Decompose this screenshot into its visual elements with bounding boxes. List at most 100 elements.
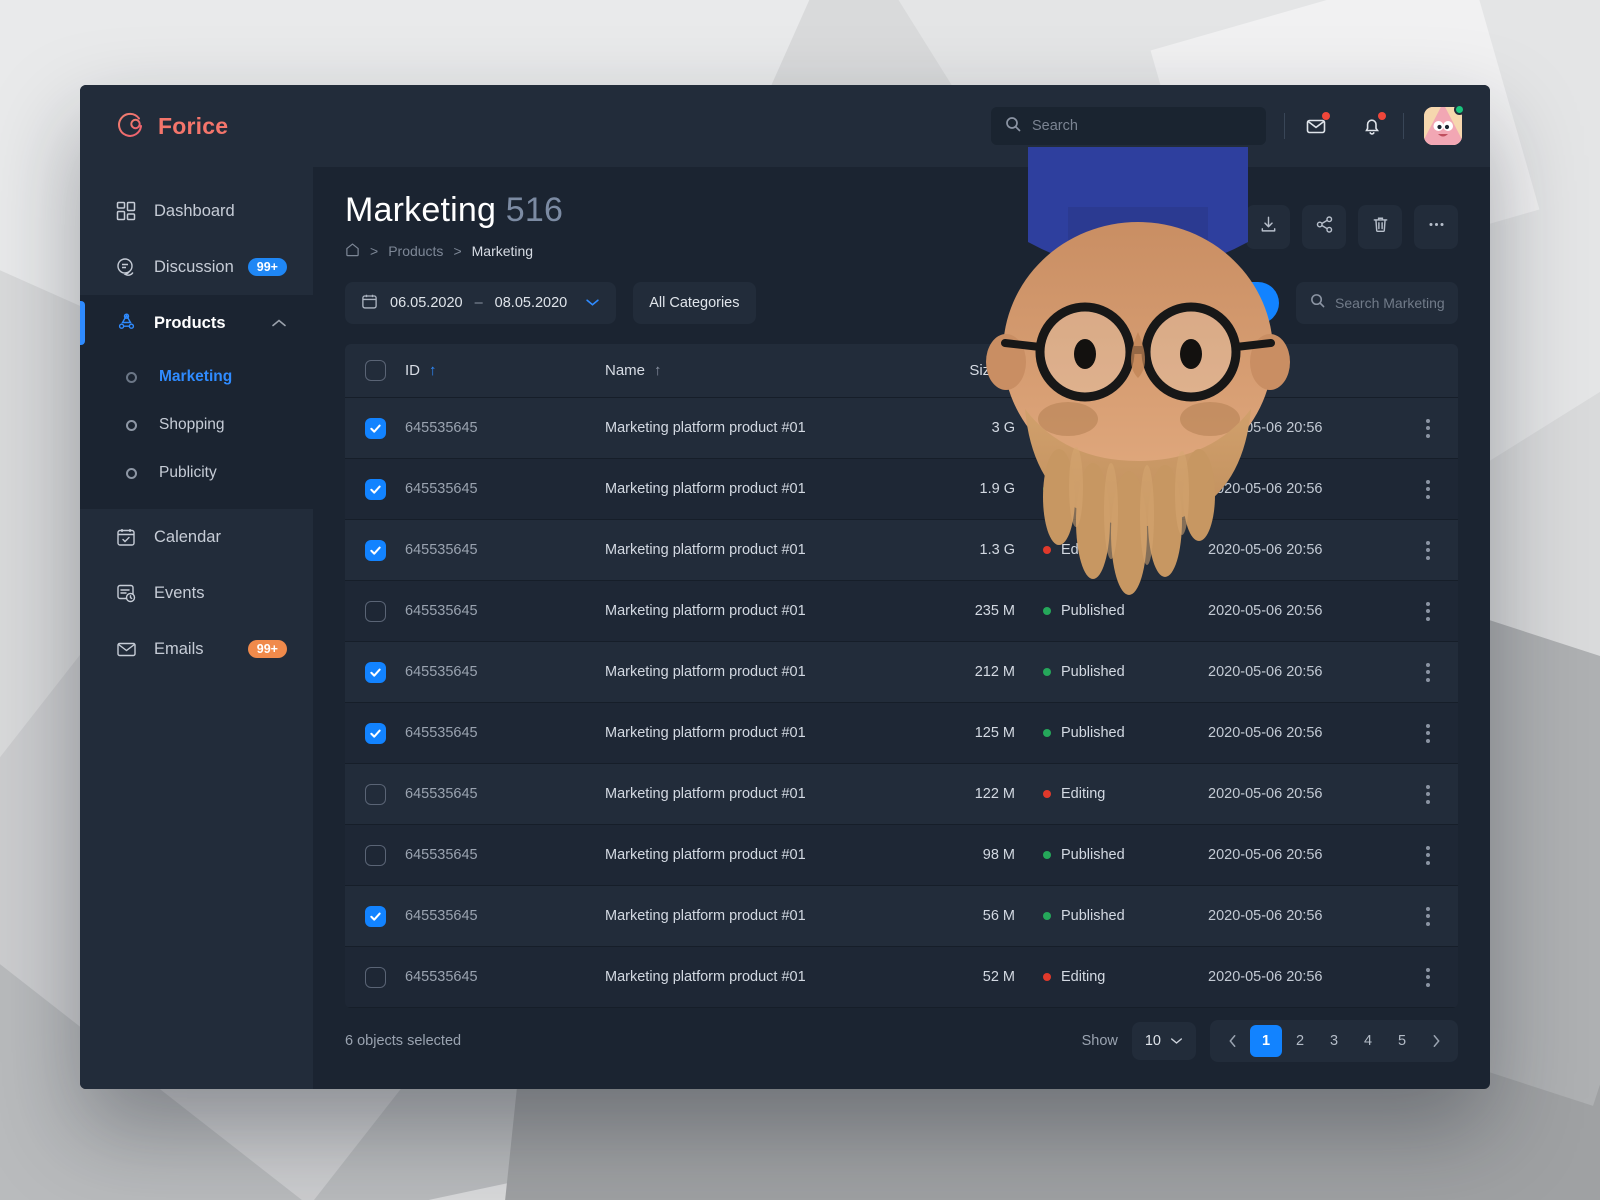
- row-checkbox[interactable]: [364, 783, 386, 805]
- row-select-cell: [345, 844, 405, 866]
- pager-prev[interactable]: [1216, 1025, 1248, 1057]
- table-row[interactable]: 645535645 Marketing platform product #01 5…: [345, 947, 1458, 1008]
- marketing-search-input[interactable]: [1335, 295, 1444, 311]
- table-row[interactable]: 645535645 Marketing platform product #01 2…: [345, 642, 1458, 703]
- sidebar-subitem-label: Marketing: [159, 368, 233, 385]
- column-header-name[interactable]: Name ↑: [605, 362, 873, 379]
- show-label: Show: [1081, 1033, 1118, 1049]
- more-vertical-icon[interactable]: [1426, 845, 1430, 865]
- table-row[interactable]: 645535645 Marketing platform product #01 1…: [345, 520, 1458, 581]
- more-vertical-icon[interactable]: [1426, 723, 1430, 743]
- row-checkbox[interactable]: [364, 844, 386, 866]
- pager-page-4[interactable]: 4: [1352, 1025, 1384, 1057]
- pager-page-5[interactable]: 5: [1386, 1025, 1418, 1057]
- more-vertical-icon[interactable]: [1426, 601, 1430, 621]
- bell-icon[interactable]: [1359, 112, 1386, 139]
- sidebar-item-discussion[interactable]: Discussion 99+: [80, 239, 313, 295]
- pager-page-2[interactable]: 2: [1284, 1025, 1316, 1057]
- marketing-search[interactable]: [1296, 282, 1458, 324]
- global-search[interactable]: [991, 107, 1266, 145]
- share-icon: [1315, 215, 1334, 239]
- row-checkbox[interactable]: [364, 722, 386, 744]
- row-checkbox[interactable]: [364, 661, 386, 683]
- more-horizontal-icon: [1427, 215, 1446, 239]
- cell-size: 1.3 G: [979, 542, 1015, 558]
- row-actions[interactable]: [1398, 418, 1458, 438]
- more-vertical-icon[interactable]: [1426, 906, 1430, 926]
- row-actions[interactable]: [1398, 479, 1458, 499]
- avatar[interactable]: [1424, 104, 1465, 145]
- row-checkbox[interactable]: [364, 539, 386, 561]
- new-button[interactable]: New: [1169, 282, 1279, 324]
- row-checkbox[interactable]: [364, 905, 386, 927]
- column-header-id[interactable]: ID ↑: [405, 362, 605, 379]
- row-actions[interactable]: [1398, 662, 1458, 682]
- pager-page-1[interactable]: 1: [1250, 1025, 1282, 1057]
- cell-status: Editing: [1043, 786, 1208, 802]
- more-vertical-icon[interactable]: [1426, 540, 1430, 560]
- column-header-size[interactable]: Size ↓: [873, 362, 1043, 379]
- sidebar-item-shopping[interactable]: Shopping: [80, 401, 313, 449]
- delete-button[interactable]: [1358, 205, 1402, 249]
- table-row[interactable]: 645535645 Marketing platform product #01 1…: [345, 764, 1458, 825]
- more-vertical-icon[interactable]: [1426, 784, 1430, 804]
- more-vertical-icon[interactable]: [1426, 418, 1430, 438]
- status-label: Published: [1061, 725, 1125, 741]
- sidebar-item-marketing[interactable]: Marketing: [80, 353, 313, 401]
- page-size-select[interactable]: 10: [1131, 1022, 1196, 1060]
- pager-page-3[interactable]: 3: [1318, 1025, 1350, 1057]
- status-dot: [1043, 546, 1051, 554]
- table-row[interactable]: 645535645 Marketing platform product #01 1…: [345, 459, 1458, 520]
- table-row[interactable]: 645535645 Marketing platform product #01 1…: [345, 703, 1458, 764]
- brand[interactable]: Forice: [80, 85, 313, 167]
- table-row[interactable]: 645535645 Marketing platform product #01 3…: [345, 398, 1458, 459]
- sort-asc-icon: ↑: [429, 362, 437, 379]
- row-actions[interactable]: [1398, 784, 1458, 804]
- table-row[interactable]: 645535645 Marketing platform product #01 2…: [345, 581, 1458, 642]
- search-input[interactable]: [1032, 118, 1252, 134]
- row-actions[interactable]: [1398, 906, 1458, 926]
- row-actions[interactable]: [1398, 967, 1458, 987]
- category-filter[interactable]: All Categories: [633, 282, 756, 324]
- column-header-date[interactable]: Date ↑: [1208, 362, 1398, 379]
- page-header: Marketing 516 > Products > Marketing: [345, 167, 1458, 260]
- status-label: Published: [1061, 664, 1125, 680]
- breadcrumb-products[interactable]: Products: [388, 243, 443, 259]
- sidebar-item-events[interactable]: Events: [80, 565, 313, 621]
- chevron-down-icon[interactable]: [585, 295, 600, 311]
- row-actions[interactable]: [1398, 845, 1458, 865]
- more-button[interactable]: [1414, 205, 1458, 249]
- status-dot: [1043, 912, 1051, 920]
- share-button[interactable]: [1302, 205, 1346, 249]
- chevron-up-icon[interactable]: [271, 314, 287, 333]
- pager-next[interactable]: [1420, 1025, 1452, 1057]
- more-vertical-icon[interactable]: [1426, 479, 1430, 499]
- row-checkbox[interactable]: [364, 478, 386, 500]
- column-header-status[interactable]: Status ↓: [1043, 362, 1208, 379]
- row-actions[interactable]: [1398, 540, 1458, 560]
- table-row[interactable]: 645535645 Marketing platform product #01 9…: [345, 825, 1458, 886]
- download-button[interactable]: [1246, 205, 1290, 249]
- table-row[interactable]: 645535645 Marketing platform product #01 5…: [345, 886, 1458, 947]
- sidebar-item-calendar[interactable]: Calendar: [80, 509, 313, 565]
- row-checkbox[interactable]: [364, 417, 386, 439]
- sidebar-item-dashboard[interactable]: Dashboard: [80, 183, 313, 239]
- date-range-picker[interactable]: 06.05.2020 – 08.05.2020: [345, 282, 617, 324]
- select-all-checkbox[interactable]: [364, 360, 386, 381]
- row-actions[interactable]: [1398, 601, 1458, 621]
- cell-id: 645535645: [405, 725, 478, 741]
- home-icon[interactable]: [345, 242, 360, 260]
- cell-id: 645535645: [405, 420, 478, 436]
- row-checkbox[interactable]: [364, 966, 386, 988]
- row-actions[interactable]: [1398, 723, 1458, 743]
- more-vertical-icon[interactable]: [1426, 662, 1430, 682]
- cell-name: Marketing platform product #01: [605, 542, 806, 558]
- products-subnav: Marketing Shopping Publicity: [80, 351, 313, 509]
- sidebar-item-publicity[interactable]: Publicity: [80, 449, 313, 497]
- more-vertical-icon[interactable]: [1426, 967, 1430, 987]
- sidebar-item-emails[interactable]: Emails 99+: [80, 621, 313, 677]
- selection-summary: 6 objects selected: [345, 1033, 462, 1049]
- sidebar-item-products[interactable]: Products: [80, 295, 313, 351]
- mail-icon[interactable]: [1303, 112, 1330, 139]
- row-checkbox[interactable]: [364, 600, 386, 622]
